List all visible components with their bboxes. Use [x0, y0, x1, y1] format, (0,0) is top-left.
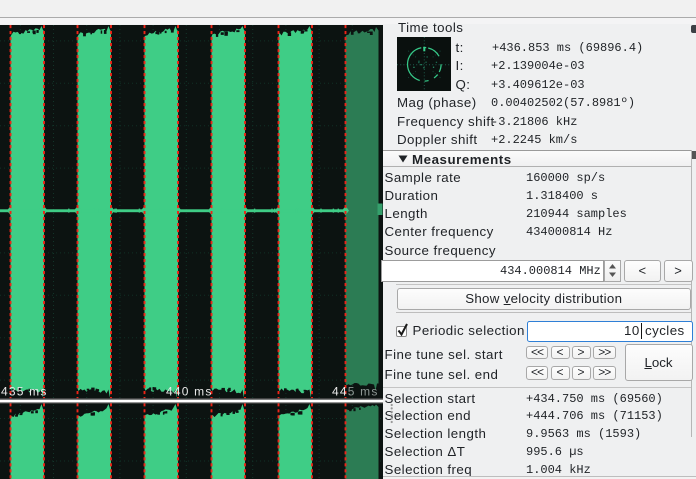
svg-text:445 ms: 445 ms [332, 384, 379, 398]
svg-text:435 ms: 435 ms [1, 384, 48, 398]
svg-text:440 ms: 440 ms [166, 384, 213, 398]
